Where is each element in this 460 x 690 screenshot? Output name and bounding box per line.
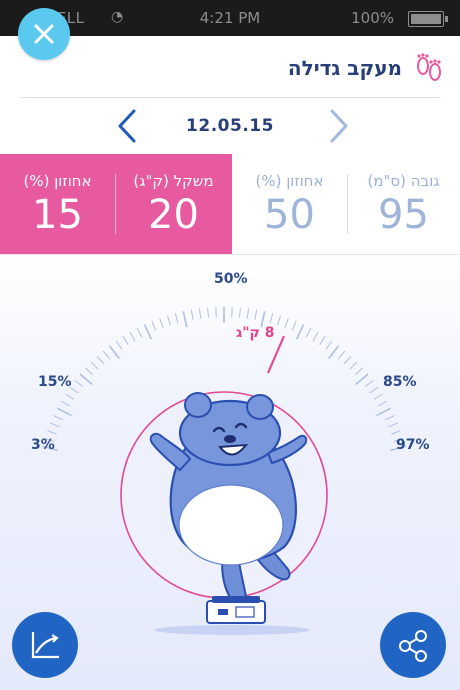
gauge-tick (385, 415, 395, 421)
height-stat: גובה (ס"מ) 95 (347, 154, 460, 254)
gauge-tick (198, 308, 202, 319)
gauge-tick (291, 321, 297, 331)
gauge-tick (305, 328, 312, 338)
percentile-3-label: 3% (31, 437, 55, 453)
gauge-tick (277, 315, 282, 326)
gauge-tick (343, 356, 352, 365)
gauge-tick (338, 350, 346, 359)
stats-panel: אחוזון (%) 15 משקל (ק"ג) 20 אחוזון (%) 5… (0, 154, 460, 254)
gauge-tick (328, 345, 340, 360)
gauge-tick (388, 422, 398, 428)
gauge-tick (102, 350, 110, 359)
percentile-50-label: 50% (214, 271, 248, 287)
gauge-tick (369, 386, 379, 394)
app-header: מעקב גדילה (0, 8, 460, 98)
gauge-tick (115, 340, 123, 350)
next-date-arrow-icon[interactable] (324, 108, 354, 144)
date-navigator: 12.05.15 (0, 104, 460, 150)
stat-label: אחוזון (%) (23, 172, 92, 190)
gauge-tick (79, 373, 93, 386)
percentile-97-label: 97% (396, 437, 430, 453)
battery-icon (408, 11, 448, 27)
gauge-tick (182, 311, 188, 328)
current-date: 12.05.15 (186, 116, 274, 136)
weight-marker-label: 8 ק"ג (236, 325, 275, 341)
gauge-tick (325, 340, 333, 350)
gauge-tick (207, 307, 209, 318)
gauge-tick (56, 407, 72, 417)
gauge-tick (174, 313, 179, 324)
gauge-tick (151, 321, 157, 331)
gauge-tick (108, 345, 120, 360)
gauge-tick (166, 315, 171, 326)
stat-value: 20 (148, 192, 199, 238)
page-title: מעקב גדילה (287, 56, 402, 80)
stat-value: 15 (32, 192, 83, 238)
growth-chart-button[interactable] (12, 612, 78, 678)
gauge-tick (376, 407, 392, 417)
weight-percentile-stat: אחוזון (%) 15 (0, 154, 115, 254)
stat-value: 95 (378, 192, 429, 238)
close-icon (34, 24, 54, 44)
battery-percent: 100% (351, 9, 394, 27)
gauge-tick (85, 367, 94, 376)
gauge-tick (90, 361, 99, 370)
gauge-tick (60, 400, 71, 407)
gauge-tick (50, 422, 60, 428)
gauge-tick (284, 318, 289, 328)
header-divider (20, 97, 440, 98)
gauge-tick (295, 324, 305, 340)
share-button[interactable] (380, 612, 446, 678)
weight-stat: משקל (ק"ג) 20 (115, 154, 232, 254)
gauge-tick (391, 430, 401, 435)
gauge-tick (246, 308, 250, 319)
gauge-tick (47, 430, 57, 435)
weight-marker-needle (266, 335, 286, 374)
gauge-tick (190, 309, 194, 320)
baby-feet-icon (417, 53, 441, 81)
gauge-tick (355, 373, 369, 386)
gauge-tick (122, 336, 129, 346)
percentile-15-label: 15% (38, 374, 72, 390)
gauge-tick (65, 393, 75, 400)
growth-tracking-screen: BELL ◔ 4:21 PM 100% מעקב גדילה 12.05.15 (0, 0, 460, 690)
percentile-85-label: 85% (383, 374, 417, 390)
stat-value: 50 (264, 192, 315, 238)
gauge-tick (373, 393, 383, 400)
stat-label: גובה (ס"מ) (367, 172, 440, 190)
share-icon (399, 630, 427, 662)
gauge-tick (74, 380, 84, 388)
gauge-tick (354, 367, 363, 376)
gauge-tick (159, 318, 164, 328)
gauge-tick (312, 331, 319, 342)
gauge-tick (319, 336, 326, 346)
gauge-tick (136, 328, 143, 338)
gauge-tick (96, 356, 105, 365)
gauge-tick (53, 415, 63, 421)
gauge-tick (377, 400, 388, 407)
growth-chart-icon (31, 632, 59, 659)
gauge-tick (269, 313, 274, 324)
gauge-tick (239, 307, 241, 318)
stat-label: משקל (ק"ג) (133, 172, 214, 190)
height-percentile-stat: אחוזון (%) 50 (232, 154, 347, 254)
gauge-tick (349, 361, 358, 370)
gauge-tick (254, 309, 258, 320)
gauge-tick (129, 331, 136, 342)
gauge-tick (364, 380, 374, 388)
stat-label: אחוזון (%) (255, 172, 324, 190)
close-button[interactable] (18, 8, 70, 60)
gauge-tick (143, 324, 153, 340)
